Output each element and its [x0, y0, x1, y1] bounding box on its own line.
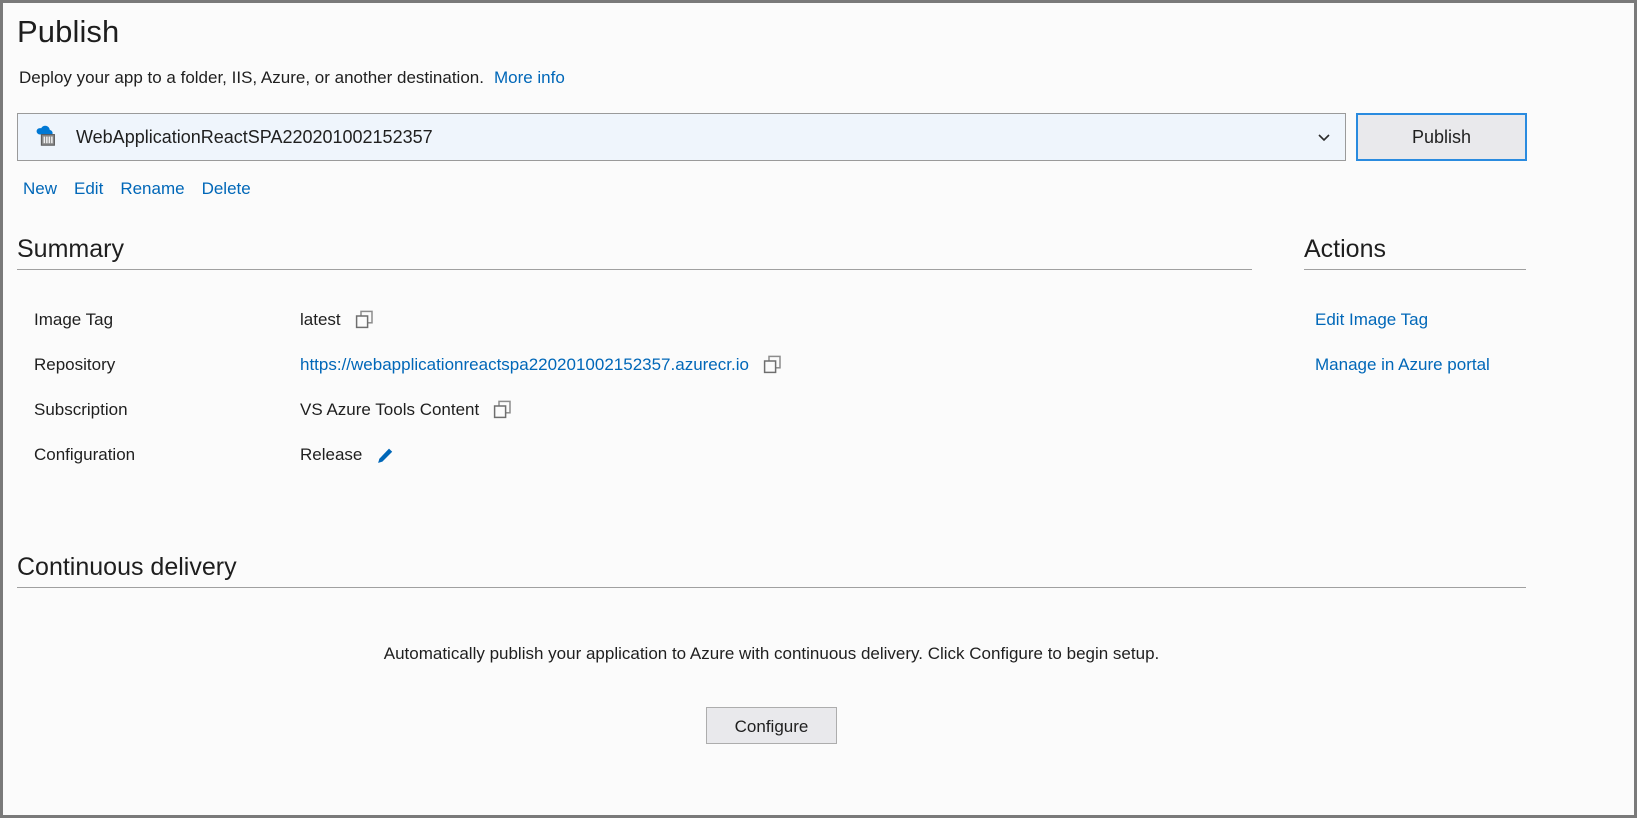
configure-button[interactable]: Configure: [706, 707, 837, 744]
image-tag-value: latest: [300, 310, 341, 329]
delete-profile-link[interactable]: Delete: [202, 179, 251, 199]
actions-section-header: Actions: [1304, 233, 1526, 270]
continuous-delivery-section-header: Continuous delivery: [17, 551, 1526, 588]
publish-page: Publish Deploy your app to a folder, IIS…: [3, 3, 1634, 815]
summary-heading: Summary: [17, 235, 124, 263]
summary-table: Image Tag latest Repository https://weba…: [17, 308, 1217, 488]
chevron-down-icon[interactable]: [1317, 130, 1331, 144]
pencil-edit-icon[interactable]: [376, 447, 394, 465]
continuous-delivery-heading: Continuous delivery: [17, 553, 237, 581]
summary-row-image-tag: Image Tag latest: [17, 308, 1217, 353]
summary-label-configuration: Configuration: [34, 445, 136, 464]
edit-image-tag-action[interactable]: Edit Image Tag: [1315, 308, 1490, 332]
configuration-value: Release: [300, 445, 363, 464]
summary-value-image-tag: latest: [300, 308, 374, 332]
profile-bar: WebApplicationReactSPA220201002152357 Pu…: [17, 113, 1527, 163]
publish-profile-name: WebApplicationReactSPA220201002152357: [76, 126, 433, 147]
summary-label-subscription: Subscription: [34, 400, 128, 419]
copy-icon[interactable]: [355, 310, 374, 329]
rename-profile-link[interactable]: Rename: [120, 179, 184, 199]
summary-section-header: Summary: [17, 233, 1252, 270]
copy-icon[interactable]: [763, 355, 782, 374]
actions-divider: [1304, 269, 1526, 270]
actions-heading: Actions: [1304, 235, 1386, 263]
summary-divider: [17, 269, 1252, 270]
continuous-delivery-divider: [17, 587, 1526, 588]
summary-value-subscription: VS Azure Tools Content: [300, 398, 512, 422]
summary-row-repository: Repository https://webapplicationreactsp…: [17, 353, 1217, 398]
publish-dialog-window: Publish Deploy your app to a folder, IIS…: [0, 0, 1637, 818]
profile-action-links: New Edit Rename Delete: [23, 179, 251, 199]
new-profile-link[interactable]: New: [23, 179, 57, 199]
more-info-link[interactable]: More info: [494, 68, 565, 87]
summary-label-image-tag: Image Tag: [34, 310, 114, 329]
edit-profile-link[interactable]: Edit: [74, 179, 103, 199]
page-title: Publish: [17, 14, 120, 49]
subscription-value: VS Azure Tools Content: [300, 400, 480, 419]
copy-icon[interactable]: [493, 400, 512, 419]
container-registry-icon: [34, 124, 60, 150]
repository-url-link[interactable]: https://webapplicationreactspa2202010021…: [300, 353, 749, 377]
summary-value-repository: https://webapplicationreactspa2202010021…: [300, 353, 782, 377]
summary-label-repository: Repository: [34, 355, 116, 374]
summary-value-configuration: Release: [300, 443, 394, 467]
actions-list: Edit Image Tag Manage in Azure portal: [1315, 308, 1490, 377]
manage-in-azure-portal-action[interactable]: Manage in Azure portal: [1315, 353, 1490, 377]
publish-button[interactable]: Publish: [1356, 113, 1527, 161]
summary-row-subscription: Subscription VS Azure Tools Content: [17, 398, 1217, 443]
summary-row-configuration: Configuration Release: [17, 443, 1217, 488]
continuous-delivery-description: Automatically publish your application t…: [383, 644, 1160, 663]
publish-profile-select[interactable]: WebApplicationReactSPA220201002152357: [17, 113, 1346, 161]
continuous-delivery-body: Automatically publish your application t…: [17, 603, 1526, 744]
page-subtitle: Deploy your app to a folder, IIS, Azure,…: [19, 67, 565, 89]
page-subtitle-text: Deploy your app to a folder, IIS, Azure,…: [19, 68, 484, 87]
